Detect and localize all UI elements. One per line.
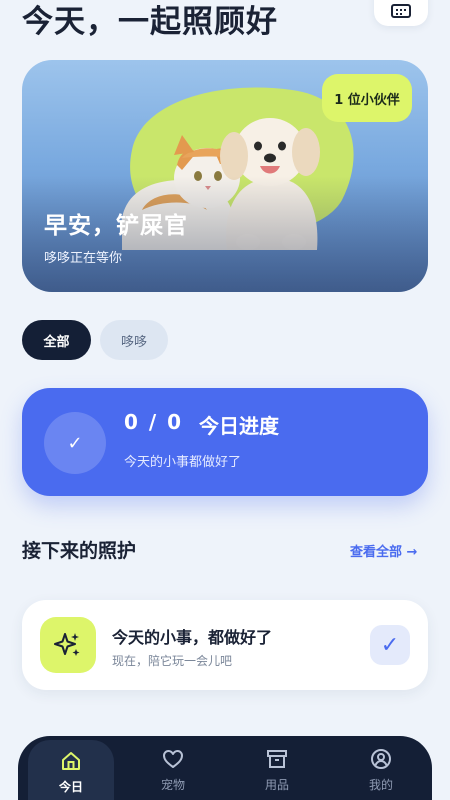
filter-chip-all[interactable]: 全部 [22,320,91,360]
nav-item-supplies[interactable]: 用品 [234,736,320,800]
hero-subtitle: 哆哆正在等你 [44,251,123,266]
progress-card[interactable]: ✓ 0 / 0 今日进度 今天的小事都做好了 [22,388,428,496]
progress-count: 0 / 0 [124,410,184,434]
page-title: 今天，一起照顾好 [22,4,278,40]
box-icon [267,750,287,768]
progress-hint: 今天的小事都做好了 [124,455,242,470]
nav-item-today[interactable]: 今日 [28,740,114,800]
nav-label: 我的 [368,778,393,792]
calendar-button[interactable] [374,0,428,26]
check-icon: ✓ [380,632,400,658]
companion-count-badge: 1 位小伙伴 [322,74,412,122]
progress-ring: ✓ [44,412,106,474]
view-all-link[interactable]: 查看全部 → [350,541,417,560]
task-title: 今天的小事，都做好了 [112,628,273,647]
sparkle-icon [54,633,80,656]
nav-label: 宠物 [160,778,185,792]
check-icon: ✓ [67,432,83,454]
nav-item-pets[interactable]: 宠物 [130,736,216,800]
task-icon-box [40,617,96,673]
task-card[interactable]: 今天的小事，都做好了 现在，陪它玩一会儿吧 ✓ [22,600,428,690]
hero-greeting: 早安，铲屎官 [44,213,188,239]
calendar-icon [391,4,411,18]
nav-label: 用品 [264,778,289,792]
progress-label: 今日进度 [199,414,279,438]
nav-item-profile[interactable]: 我的 [338,736,424,800]
nav-label: 今日 [58,780,83,794]
heart-icon [163,750,183,768]
user-icon [371,749,391,769]
section-title: 接下来的照护 [22,540,137,562]
bottom-nav: 今日 宠物 用品 我的 [18,736,432,800]
home-icon [62,752,80,770]
task-done-button[interactable]: ✓ [370,625,410,665]
filter-chip-pet[interactable]: 哆哆 [100,320,168,360]
task-subtitle: 现在，陪它玩一会儿吧 [112,654,233,668]
